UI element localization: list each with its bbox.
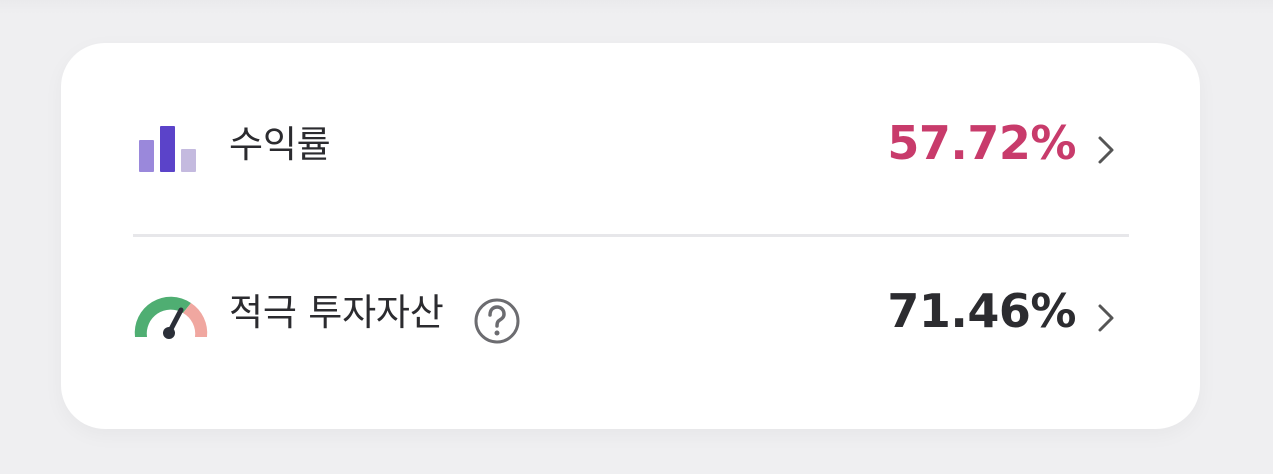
return-rate-row[interactable]: 수익률 57.72% [61,76,1200,226]
top-background-strip [0,0,1273,14]
return-rate-label: 수익률 [229,123,331,166]
aggressive-assets-row[interactable]: 적극 투자자산 71.46% [61,244,1200,394]
row-divider [133,234,1129,237]
question-circle-icon[interactable] [473,297,521,345]
gauge-icon [134,296,208,339]
investment-summary-card: 수익률 57.72% 적극 투자자산 71.46% [61,43,1200,429]
chevron-right-icon[interactable] [1095,134,1117,166]
aggressive-assets-value: 71.46% [887,284,1076,338]
chevron-right-icon[interactable] [1095,302,1117,334]
bar-chart-icon [139,126,196,172]
return-rate-value: 57.72% [887,116,1076,170]
aggressive-assets-label: 적극 투자자산 [229,291,444,334]
